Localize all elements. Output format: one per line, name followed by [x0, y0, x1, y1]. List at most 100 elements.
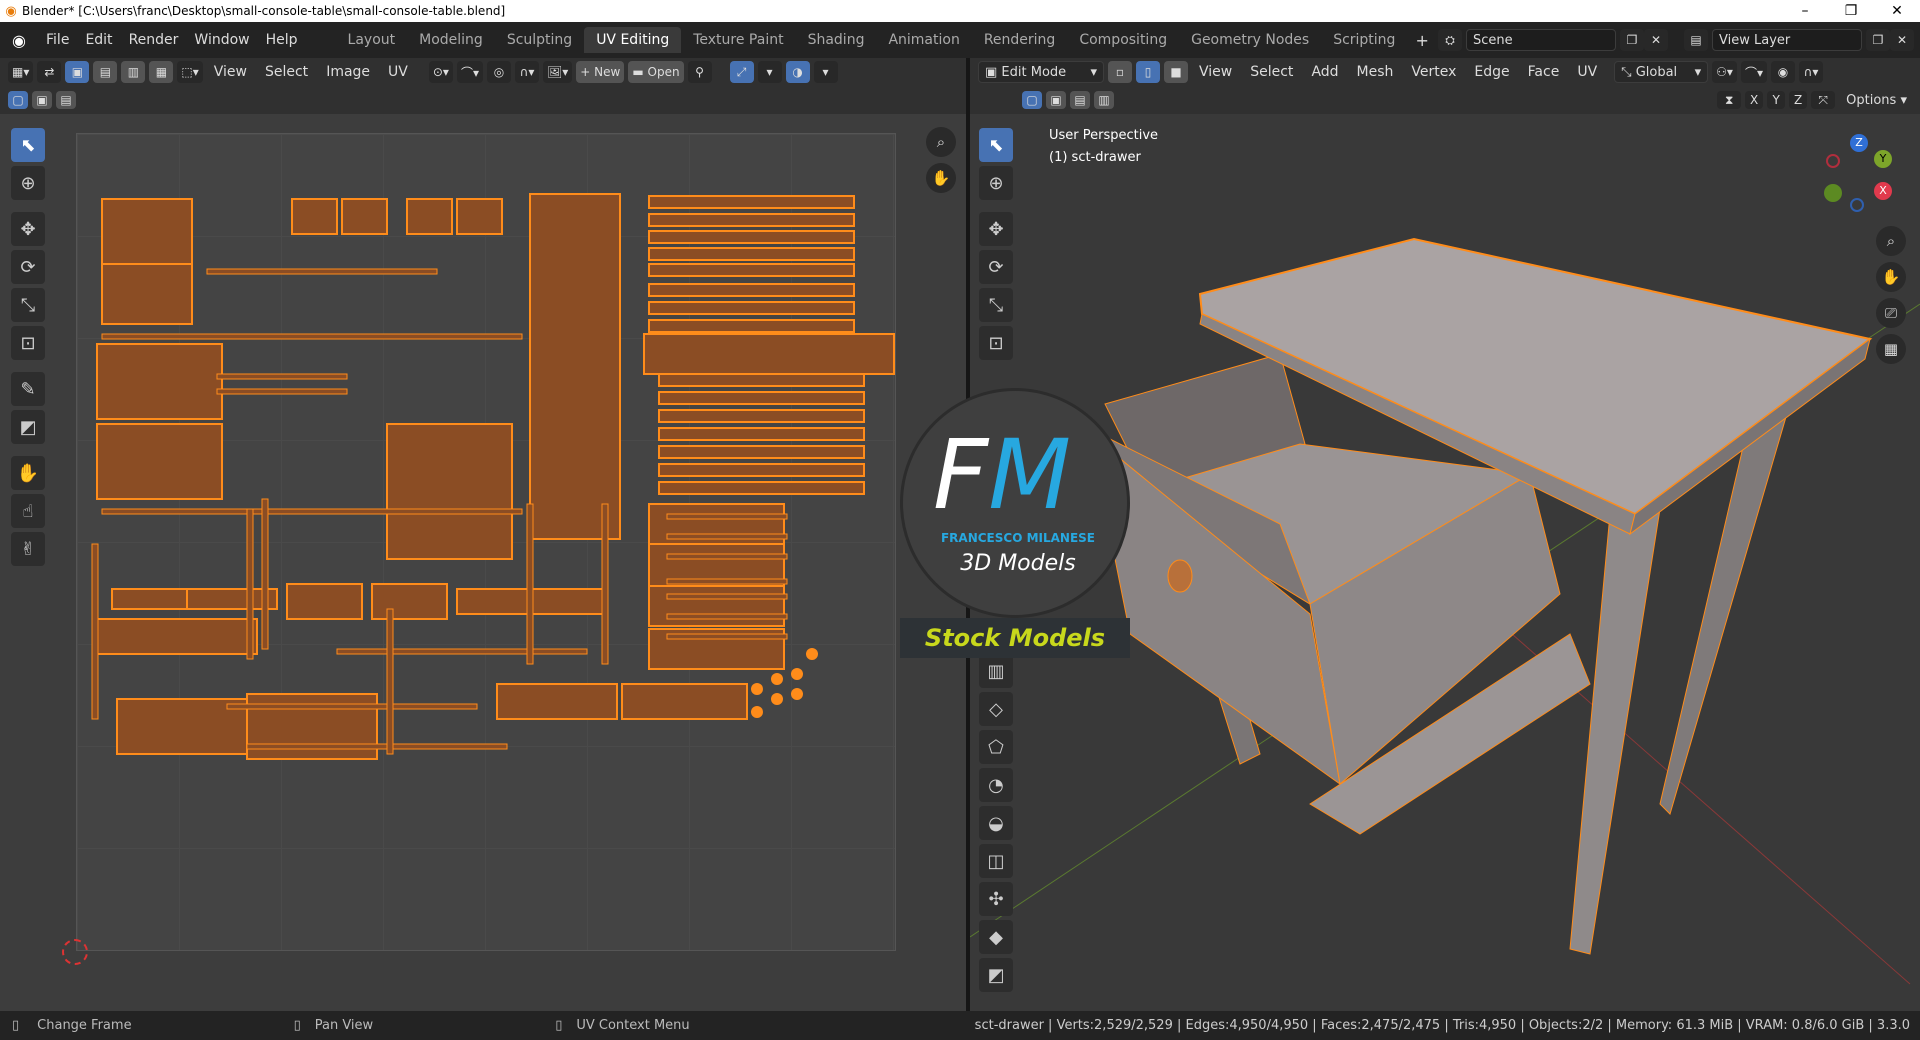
uv-island[interactable] [341, 198, 388, 235]
select-new-icon[interactable]: ▢ [8, 91, 28, 109]
rip-region-tool-icon[interactable]: ◩ [979, 958, 1013, 992]
uv-vertex-cluster[interactable] [751, 683, 763, 695]
uv-strip[interactable] [666, 533, 788, 540]
vp-face-select-icon[interactable]: ■ [1164, 61, 1188, 83]
uv-vertex-cluster[interactable] [791, 688, 803, 700]
gizmo-neg-z-icon[interactable] [1850, 198, 1864, 212]
uv-strip[interactable] [386, 608, 394, 755]
vp-select-subtract-icon[interactable]: ▤ [1070, 91, 1090, 109]
uv-island[interactable] [96, 343, 223, 420]
move-tool-icon[interactable]: ✥ [11, 212, 45, 246]
uv-menu-select[interactable]: Select [258, 64, 315, 80]
snap-icon[interactable]: ⌒▾ [456, 61, 483, 83]
relax-tool-icon[interactable]: ☝ [11, 494, 45, 528]
uv-island[interactable] [643, 333, 895, 375]
overlay-dropdown-icon[interactable]: ▾ [813, 61, 838, 83]
uv-vertex-cluster[interactable] [771, 693, 783, 705]
vp-menu-view[interactable]: View [1192, 64, 1239, 80]
uv-island[interactable] [648, 283, 855, 297]
vp-menu-uv[interactable]: UV [1570, 64, 1604, 80]
uv-strip[interactable] [666, 513, 788, 520]
uv-island[interactable] [648, 195, 855, 209]
gizmo-neg-x-icon[interactable] [1826, 154, 1840, 168]
scene-browse-icon[interactable]: ⛭ [1438, 29, 1462, 51]
uv-strip[interactable] [101, 508, 523, 515]
vp-menu-add[interactable]: Add [1304, 64, 1345, 80]
edge-select-icon[interactable]: ▤ [93, 61, 118, 83]
uv-strip[interactable] [216, 373, 348, 380]
vp-falloff-icon[interactable]: ∩▾ [1798, 61, 1823, 83]
editor-type-icon[interactable]: ▦▾ [8, 61, 34, 83]
mirror-z-toggle[interactable]: Z [1789, 91, 1808, 109]
overlay-toggle-icon[interactable]: ◑ [785, 61, 810, 83]
shrink-fatten-tool-icon[interactable]: ✣ [979, 882, 1013, 916]
menu-file[interactable]: File [38, 32, 77, 48]
tab-scripting[interactable]: Scripting [1321, 27, 1407, 53]
add-workspace-icon[interactable]: + [1407, 31, 1436, 50]
uv-strip[interactable] [666, 593, 788, 600]
menu-help[interactable]: Help [258, 32, 306, 48]
tab-layout[interactable]: Layout [336, 27, 408, 53]
vp-select-extend-icon[interactable]: ▣ [1046, 91, 1066, 109]
tab-geometry-nodes[interactable]: Geometry Nodes [1179, 27, 1321, 53]
uv-menu-uv[interactable]: UV [381, 64, 415, 80]
pivot-point-icon[interactable]: ⚇▾ [1712, 61, 1737, 83]
vp-select-box-tool-icon[interactable]: ⬉ [979, 128, 1013, 162]
delete-view-layer-icon[interactable]: ✕ [1890, 29, 1914, 51]
gizmo-dropdown-icon[interactable]: ▾ [757, 61, 782, 83]
vp-move-tool-icon[interactable]: ✥ [979, 212, 1013, 246]
uv-vertex-cluster[interactable] [771, 673, 783, 685]
tab-modeling[interactable]: Modeling [407, 27, 495, 53]
delete-scene-icon[interactable]: ✕ [1644, 29, 1668, 51]
vp-pan-icon[interactable]: ✋ [1876, 262, 1906, 292]
uv-strip[interactable] [261, 498, 269, 650]
uv-island[interactable] [286, 583, 363, 620]
vp-snap-icon[interactable]: ⌒▾ [1740, 61, 1767, 83]
mirror-y-toggle[interactable]: Y [1767, 91, 1786, 109]
image-browse-icon[interactable]: 🖼▾ [542, 61, 573, 83]
uv-menu-view[interactable]: View [207, 64, 254, 80]
cursor-tool-icon[interactable]: ⊕ [11, 166, 45, 200]
falloff-icon[interactable]: ∩▾ [514, 61, 539, 83]
uv-vertex-cluster[interactable] [806, 648, 818, 660]
auto-merge-icon[interactable]: ⤧ [1811, 91, 1836, 109]
gizmo-z-icon[interactable]: Z [1850, 134, 1868, 152]
view-layer-browse-icon[interactable]: ▤ [1684, 29, 1708, 51]
orientation-dropdown[interactable]: ⤡ Global ▾ [1614, 61, 1709, 83]
uv-island[interactable] [658, 481, 865, 495]
uv-pan-icon[interactable]: ✋ [926, 163, 956, 193]
uv-island[interactable] [96, 423, 223, 500]
tab-compositing[interactable]: Compositing [1067, 27, 1179, 53]
mode-dropdown[interactable]: ▣ Edit Mode ▾ [978, 61, 1104, 83]
gizmo-neg-y-icon[interactable] [1824, 184, 1842, 202]
uv-strip[interactable] [206, 268, 438, 275]
uv-island[interactable] [529, 193, 621, 540]
uv-island[interactable] [648, 585, 785, 627]
uv-strip[interactable] [666, 633, 788, 640]
edge-slide-tool-icon[interactable]: ◫ [979, 844, 1013, 878]
menu-render[interactable]: Render [121, 32, 187, 48]
select-extend-icon[interactable]: ▣ [32, 91, 52, 109]
mirror-x-toggle[interactable]: X [1745, 91, 1764, 109]
tab-rendering[interactable]: Rendering [972, 27, 1068, 53]
spin-tool-icon[interactable]: ◔ [979, 768, 1013, 802]
tab-uv-editing[interactable]: UV Editing [584, 27, 682, 53]
tab-sculpting[interactable]: Sculpting [495, 27, 584, 53]
grab-tool-icon[interactable]: ✋ [11, 456, 45, 490]
uv-vertex-cluster[interactable] [751, 706, 763, 718]
knife-tool-icon[interactable]: ◇ [979, 692, 1013, 726]
vp-vertex-select-icon[interactable]: ▫ [1108, 61, 1132, 83]
uv-island[interactable] [386, 423, 513, 560]
vp-scale-tool-icon[interactable]: ⤡ [979, 288, 1013, 322]
uv-strip[interactable] [246, 743, 508, 750]
tab-texture-paint[interactable]: Texture Paint [681, 27, 795, 53]
sync-selection-icon[interactable]: ⇄ [37, 61, 62, 83]
uv-strip[interactable] [526, 503, 534, 665]
uv-island[interactable] [658, 427, 865, 441]
uv-island[interactable] [648, 247, 855, 261]
view-layer-field[interactable]: View Layer [1712, 29, 1862, 51]
scale-tool-icon[interactable]: ⤡ [11, 288, 45, 322]
uv-island[interactable] [648, 319, 855, 333]
select-subtract-icon[interactable]: ▤ [56, 91, 76, 109]
uv-island[interactable] [406, 198, 453, 235]
